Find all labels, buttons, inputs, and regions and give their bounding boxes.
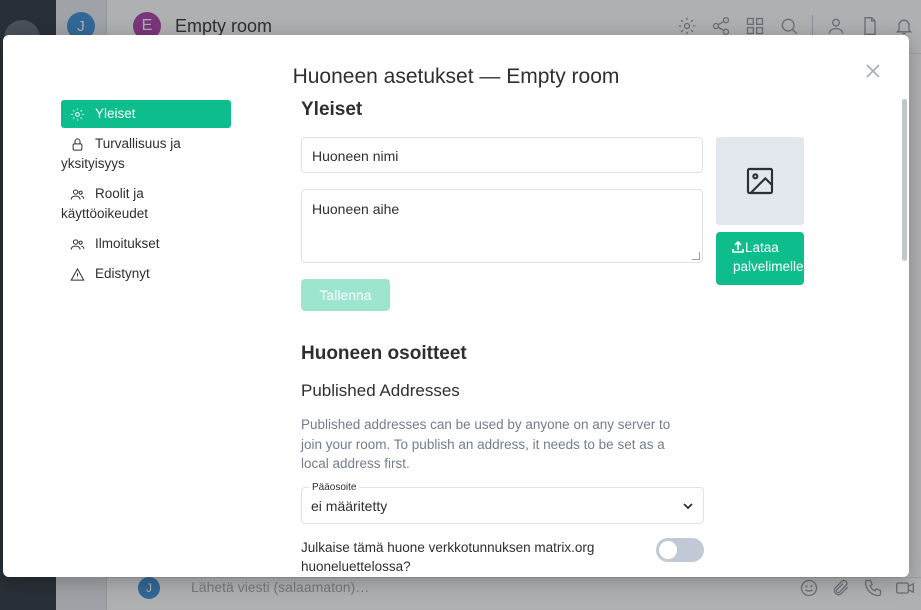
main-address-value: ei määritetty: [311, 498, 388, 514]
lock-icon: [67, 134, 87, 154]
addresses-heading: Huoneen osoitteet: [301, 343, 467, 364]
people-icon: [67, 234, 87, 254]
tab-label: Edistynyt: [95, 266, 150, 281]
upload-label-line2: palvelimelle: [733, 259, 804, 274]
tab-label-line2: yksityisyys: [61, 156, 125, 171]
tab-label: Yleiset: [95, 106, 136, 121]
tab-label-line2: käyttöoikeudet: [61, 206, 149, 221]
published-addresses-heading: Published Addresses: [301, 381, 460, 400]
tab-notifications[interactable]: Ilmoitukset: [61, 230, 231, 258]
tab-general[interactable]: Yleiset: [61, 100, 231, 128]
upload-icon: [732, 241, 744, 253]
room-avatar-placeholder[interactable]: [716, 137, 804, 225]
dialog-scrollbar[interactable]: [902, 99, 907, 261]
upload-avatar-button[interactable]: Lataa palvelimelle: [716, 232, 804, 285]
resize-handle[interactable]: [692, 252, 700, 260]
image-icon: [746, 167, 774, 195]
close-icon[interactable]: [865, 63, 881, 79]
warning-icon: [67, 264, 87, 284]
room-settings-dialog: Huoneen asetukset — Empty room Yleiset T…: [3, 35, 909, 577]
settings-tabs: Yleiset Turvallisuus ja yksityisyys Rool…: [61, 100, 231, 288]
gear-icon: [67, 104, 87, 124]
save-button[interactable]: Tallenna: [301, 279, 390, 311]
room-topic-value: Huoneen aihe: [312, 201, 400, 217]
published-addresses-description: Published addresses can be used by anyon…: [301, 417, 671, 471]
people-icon: [67, 184, 87, 204]
dialog-title: Huoneen asetukset — Empty room: [292, 65, 620, 88]
tab-advanced[interactable]: Edistynyt: [61, 260, 231, 288]
tab-roles-permissions[interactable]: Roolit ja käyttöoikeudet: [61, 180, 231, 228]
room-name-field[interactable]: Huoneen nimi: [301, 137, 703, 173]
tab-label: Turvallisuus ja: [95, 136, 181, 151]
publish-toggle[interactable]: [656, 538, 704, 562]
tab-security-privacy[interactable]: Turvallisuus ja yksityisyys: [61, 130, 231, 178]
section-heading: Yleiset: [301, 99, 363, 120]
room-topic-field[interactable]: Huoneen aihe: [301, 189, 703, 263]
publish-label: Julkaise tämä huone verkkotunnuksen matr…: [301, 540, 595, 574]
tab-label: Roolit ja: [95, 186, 144, 201]
chevron-down-icon: [682, 499, 694, 511]
tab-label: Ilmoitukset: [95, 236, 160, 251]
general-section: Yleiset: [301, 99, 861, 121]
main-address-legend: Pääosoite: [309, 482, 360, 493]
toggle-knob: [659, 541, 677, 559]
